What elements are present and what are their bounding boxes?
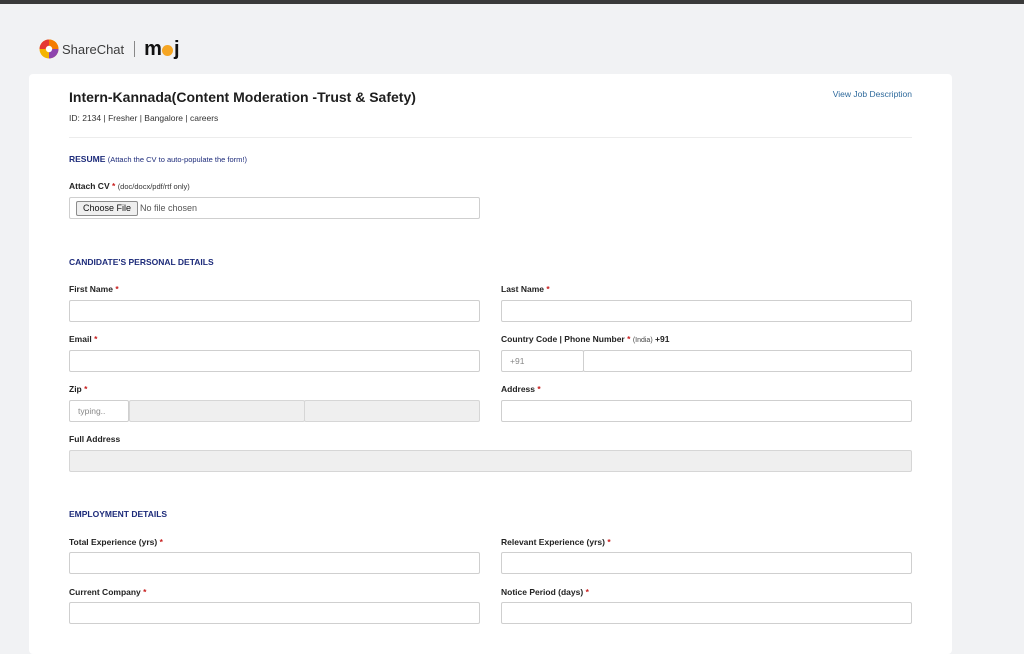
required-marker: *	[143, 587, 147, 597]
choose-file-button[interactable]: Choose File	[76, 201, 139, 216]
file-status: No file chosen	[140, 203, 198, 213]
last-name-text: Last Name	[501, 284, 544, 294]
required-marker: *	[159, 537, 163, 547]
relevant-experience-field[interactable]	[501, 552, 912, 574]
employment-details-heading: EMPLOYMENT DETAILS	[69, 509, 168, 519]
city-field	[129, 400, 305, 422]
required-marker: *	[537, 384, 541, 394]
phone-label: Country Code | Phone Number * (India) +9…	[501, 334, 669, 344]
email-field[interactable]	[69, 350, 480, 372]
cv-file-input[interactable]: Choose File No file chosen	[69, 197, 480, 219]
zip-field[interactable]: typing..	[69, 400, 129, 422]
total-experience-text: Total Experience (yrs)	[69, 537, 158, 547]
last-name-label: Last Name *	[501, 284, 550, 294]
attach-cv-label: Attach CV * (doc/docx/pdf/rtf only)	[69, 181, 190, 191]
first-name-field[interactable]	[69, 300, 480, 322]
application-form-card: Intern-Kannada(Content Moderation -Trust…	[29, 74, 952, 654]
phone-label-text: Country Code | Phone Number	[501, 334, 625, 344]
required-marker: *	[627, 334, 631, 344]
cv-formats: (doc/docx/pdf/rtf only)	[117, 182, 190, 191]
address-field[interactable]	[501, 400, 912, 422]
moj-dot-icon	[161, 44, 173, 56]
sharechat-wordmark: ShareChat	[62, 41, 125, 57]
country-code-field[interactable]: +91	[501, 350, 584, 372]
notice-period-text: Notice Period (days)	[501, 587, 584, 597]
full-address-label: Full Address	[69, 434, 121, 444]
job-title: Intern-Kannada(Content Moderation -Trust…	[69, 89, 416, 105]
resume-section-heading: RESUME (Attach the CV to auto-populate t…	[69, 154, 247, 164]
address-text: Address	[501, 384, 536, 394]
required-marker: *	[585, 587, 589, 597]
moj-letter-j: j	[173, 37, 179, 60]
resume-heading: RESUME	[69, 154, 106, 164]
browser-top-bar	[0, 0, 1024, 4]
brand-header: ShareChat mj	[39, 38, 179, 60]
phone-code-label: +91	[655, 334, 670, 344]
current-company-field[interactable]	[69, 602, 480, 624]
notice-period-field[interactable]	[501, 602, 912, 624]
relevant-experience-label: Relevant Experience (yrs) *	[501, 537, 611, 547]
zip-label: Zip *	[69, 384, 87, 394]
moj-logo-icon: mj	[144, 37, 179, 61]
phone-country: (India)	[632, 337, 653, 344]
required-marker: *	[546, 284, 550, 294]
phone-number-field[interactable]	[583, 350, 912, 372]
job-meta: ID: 2134 | Fresher | Bangalore | careers	[69, 113, 219, 123]
required-marker: *	[115, 284, 119, 294]
moj-letter-m: m	[144, 37, 162, 60]
address-label: Address *	[501, 384, 541, 394]
total-experience-label: Total Experience (yrs) *	[69, 537, 163, 547]
notice-period-label: Notice Period (days) *	[501, 587, 589, 597]
required-marker: *	[607, 537, 611, 547]
first-name-label: First Name *	[69, 284, 119, 294]
relevant-experience-text: Relevant Experience (yrs)	[501, 537, 605, 547]
required-marker: *	[84, 384, 88, 394]
total-experience-field[interactable]	[69, 552, 480, 574]
header-divider	[69, 137, 912, 138]
zip-text: Zip	[69, 384, 82, 394]
email-label: Email *	[69, 334, 97, 344]
personal-details-heading: CANDIDATE'S PERSONAL DETAILS	[69, 257, 214, 267]
required-marker: *	[112, 181, 116, 191]
resume-hint: (Attach the CV to auto-populate the form…	[107, 155, 247, 164]
brand-separator	[134, 41, 136, 57]
current-company-label: Current Company *	[69, 587, 146, 597]
email-text: Email	[69, 334, 92, 344]
view-job-description-link[interactable]: View Job Description	[833, 89, 912, 99]
last-name-field[interactable]	[501, 300, 912, 322]
attach-cv-text: Attach CV	[69, 181, 110, 191]
sharechat-logo-icon	[39, 39, 59, 59]
required-marker: *	[94, 334, 98, 344]
state-field	[304, 400, 480, 422]
full-address-field	[69, 450, 912, 472]
current-company-text: Current Company	[69, 587, 141, 597]
first-name-text: First Name	[69, 284, 113, 294]
